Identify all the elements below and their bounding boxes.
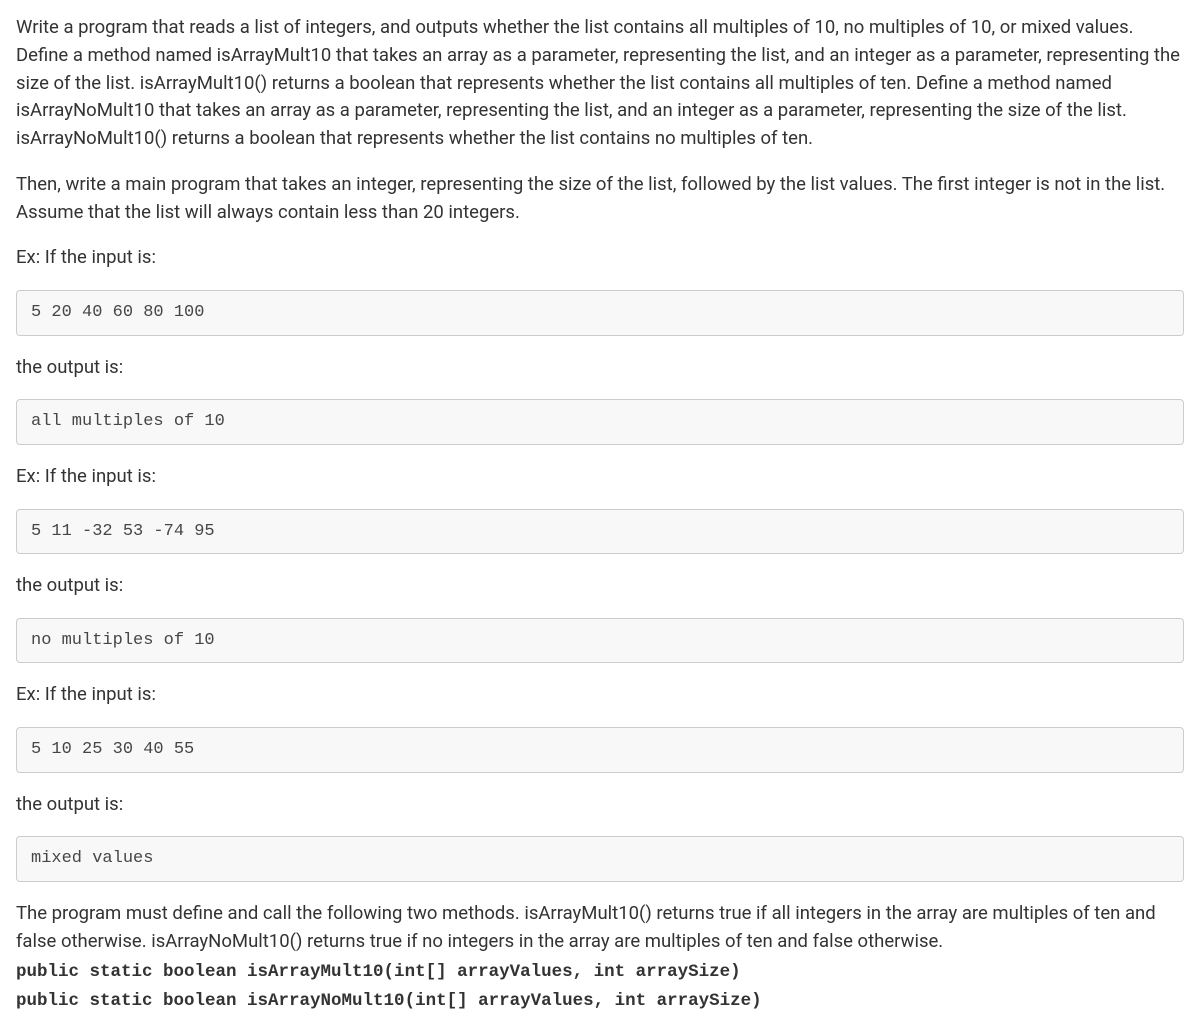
method-signature-2: public static boolean isArrayNoMult10(in… bbox=[16, 988, 1184, 1014]
example-3-output-label: the output is: bbox=[16, 791, 1184, 819]
example-1-input-code: 5 20 40 60 80 100 bbox=[16, 290, 1184, 336]
example-3-output-code: mixed values bbox=[16, 836, 1184, 882]
problem-paragraph-2: Then, write a main program that takes an… bbox=[16, 171, 1184, 227]
example-1-output-code: all multiples of 10 bbox=[16, 399, 1184, 445]
example-1-input-label: Ex: If the input is: bbox=[16, 244, 1184, 272]
example-3-input-code: 5 10 25 30 40 55 bbox=[16, 727, 1184, 773]
example-1-output-label: the output is: bbox=[16, 354, 1184, 382]
example-2-input-label: Ex: If the input is: bbox=[16, 463, 1184, 491]
example-2-input-code: 5 11 -32 53 -74 95 bbox=[16, 509, 1184, 555]
method-signature-1: public static boolean isArrayMult10(int[… bbox=[16, 959, 1184, 985]
example-2-output-label: the output is: bbox=[16, 572, 1184, 600]
method-requirements-paragraph: The program must define and call the fol… bbox=[16, 900, 1184, 956]
example-2-output-code: no multiples of 10 bbox=[16, 618, 1184, 664]
example-3-input-label: Ex: If the input is: bbox=[16, 681, 1184, 709]
problem-paragraph-1: Write a program that reads a list of int… bbox=[16, 14, 1184, 153]
